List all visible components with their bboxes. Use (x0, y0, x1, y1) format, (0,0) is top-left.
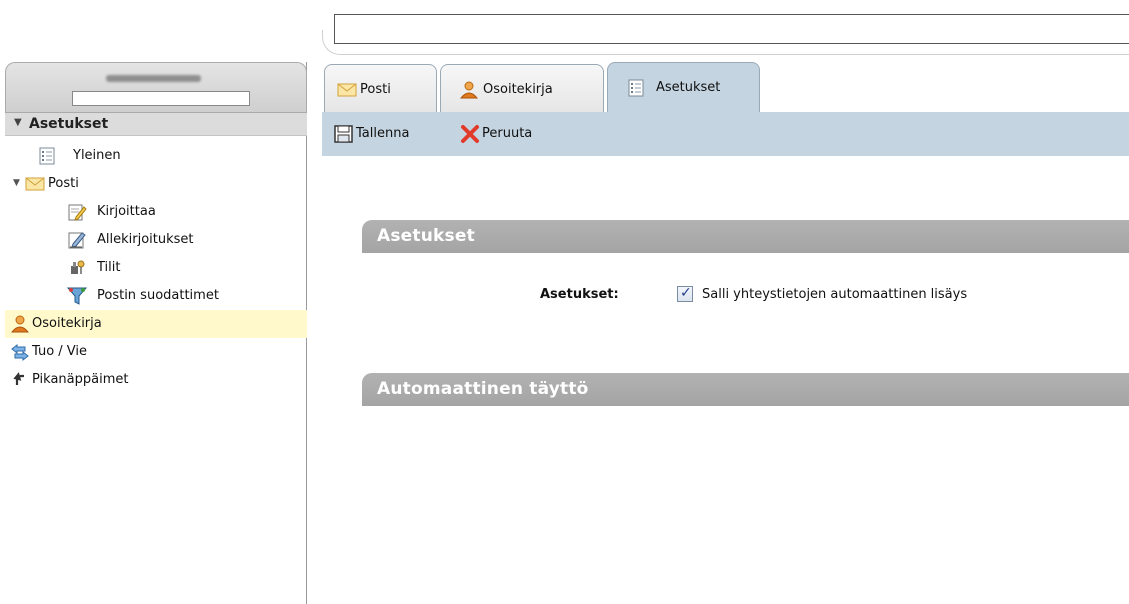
cancel-button[interactable]: Peruuta (460, 124, 570, 146)
mail-envelope-icon (25, 177, 45, 191)
save-disk-icon (334, 125, 353, 143)
auto-add-contacts-checkbox[interactable]: ✓ (677, 285, 693, 302)
checkmark-icon: ✓ (680, 285, 692, 301)
settings-list-icon (39, 147, 55, 165)
sidebar-item-label: Pikanäppäimet (32, 372, 129, 387)
settings-list-icon (628, 79, 644, 97)
tab-label: Asetukset (656, 80, 721, 95)
tab-posti[interactable]: Posti (324, 64, 437, 112)
sidebar-item-label: Kirjoittaa (97, 204, 156, 219)
profile-name-blurred (106, 75, 201, 82)
sidebar-item-label: Osoitekirja (32, 316, 102, 331)
profile-field[interactable] (72, 91, 250, 106)
expand-arrow-icon[interactable]: ▼ (13, 178, 20, 188)
collapse-arrow-icon[interactable]: ▼ (14, 117, 22, 128)
section-header-asetukset: Asetukset (362, 220, 1129, 253)
filter-icon (67, 287, 87, 305)
sidebar-item-pikanappaimet[interactable]: Pikanäppäimet (5, 366, 307, 394)
toolbar: Tallenna Peruuta (322, 112, 1129, 156)
cancel-x-icon (461, 125, 479, 143)
tab-bar: Posti Osoitekirja Asetukset (322, 62, 1129, 112)
form-label: Asetukset: (540, 287, 619, 302)
sidebar-item-posti[interactable]: ▼ Posti (5, 170, 307, 198)
contact-icon (10, 315, 30, 333)
sidebar-item-label: Tuo / Vie (32, 344, 88, 359)
sidebar-item-label: Tilit (97, 260, 121, 275)
tab-asetukset[interactable]: Asetukset (607, 62, 760, 112)
sidebar-item-yleinen[interactable]: Yleinen (5, 142, 307, 170)
compose-icon (68, 204, 87, 221)
import-export-icon (11, 343, 29, 362)
sidebar-header[interactable]: ▼ Asetukset (5, 112, 307, 136)
sidebar-item-label: Posti (48, 176, 79, 191)
shortcut-icon (13, 372, 24, 385)
sidebar-item-kirjoittaa[interactable]: Kirjoittaa (5, 198, 307, 226)
sidebar-item-osoitekirja[interactable]: Osoitekirja (5, 310, 307, 338)
signature-icon (68, 232, 86, 249)
sidebar-item-postin-suodattimet[interactable]: Postin suodattimet (5, 282, 307, 310)
tab-osoitekirja[interactable]: Osoitekirja (440, 64, 604, 112)
sidebar-item-label: Yleinen (73, 148, 121, 163)
mail-envelope-icon (337, 83, 357, 97)
section-title: Asetukset (377, 226, 475, 246)
section-title: Automaattinen täyttö (377, 379, 589, 399)
checkbox-label[interactable]: Salli yhteystietojen automaattinen lisäy… (702, 287, 967, 302)
settings-sidebar: ▼ Asetukset Yleinen ▼ Posti Kirjoittaa A… (5, 62, 307, 604)
tab-label: Posti (360, 82, 391, 97)
profile-box (5, 62, 307, 112)
top-search-area (322, 0, 1129, 55)
sidebar-item-tuo-vie[interactable]: Tuo / Vie (5, 338, 307, 366)
save-button[interactable]: Tallenna (334, 124, 444, 146)
sidebar-item-label: Postin suodattimet (97, 288, 219, 303)
save-button-label: Tallenna (356, 126, 410, 141)
sidebar-item-allekirjoitukset[interactable]: Allekirjoitukset (5, 226, 307, 254)
sidebar-item-tilit[interactable]: Tilit (5, 254, 307, 282)
sidebar-item-label: Allekirjoitukset (97, 232, 194, 247)
sidebar-header-title: Asetukset (29, 116, 109, 132)
contact-icon (459, 81, 479, 99)
tab-label: Osoitekirja (483, 82, 553, 97)
section-header-autofill: Automaattinen täyttö (362, 373, 1129, 406)
settings-content: Asetukset Asetukset: ✓ Salli yhteystieto… (322, 156, 1129, 604)
cancel-button-label: Peruuta (482, 126, 533, 141)
search-input[interactable] (334, 14, 1129, 44)
accounts-icon (71, 260, 85, 274)
